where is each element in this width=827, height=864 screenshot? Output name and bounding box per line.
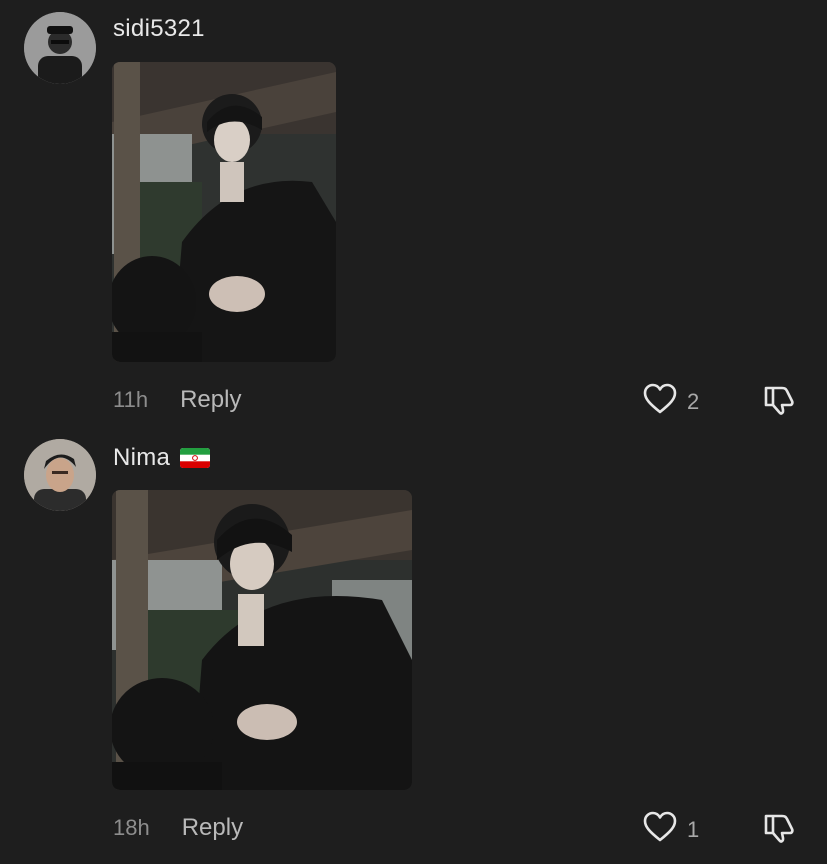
comment-meta: 11h Reply	[113, 386, 241, 414]
username[interactable]: Nima	[113, 444, 211, 472]
iran-flag-icon	[180, 448, 211, 468]
dislike-button[interactable]	[762, 382, 796, 421]
reply-button[interactable]: Reply	[182, 814, 243, 842]
timestamp: 11h	[113, 387, 149, 412]
like-button[interactable]: 2	[643, 383, 699, 420]
comment-item: sidi5321 11h Reply 2	[0, 0, 827, 430]
comment-item: Nima 18h Reply 1	[0, 430, 827, 864]
like-count: 1	[687, 816, 700, 842]
username-text[interactable]: sidi5321	[113, 15, 205, 43]
timestamp: 18h	[113, 815, 150, 840]
dislike-button[interactable]	[762, 810, 796, 849]
username[interactable]: sidi5321	[113, 15, 205, 43]
like-count: 2	[687, 388, 700, 414]
comment-image[interactable]	[112, 62, 336, 362]
comment-image[interactable]	[112, 490, 412, 790]
avatar[interactable]	[24, 12, 96, 84]
username-text[interactable]: Nima	[113, 444, 170, 472]
avatar[interactable]	[24, 439, 96, 511]
comment-meta: 18h Reply	[113, 814, 243, 842]
thumbs-down-outline-icon[interactable]	[762, 386, 796, 420]
heart-outline-icon[interactable]	[643, 383, 677, 420]
like-button[interactable]: 1	[643, 811, 699, 848]
heart-outline-icon[interactable]	[643, 811, 677, 848]
thumbs-down-outline-icon[interactable]	[762, 814, 796, 848]
reply-button[interactable]: Reply	[180, 386, 241, 414]
